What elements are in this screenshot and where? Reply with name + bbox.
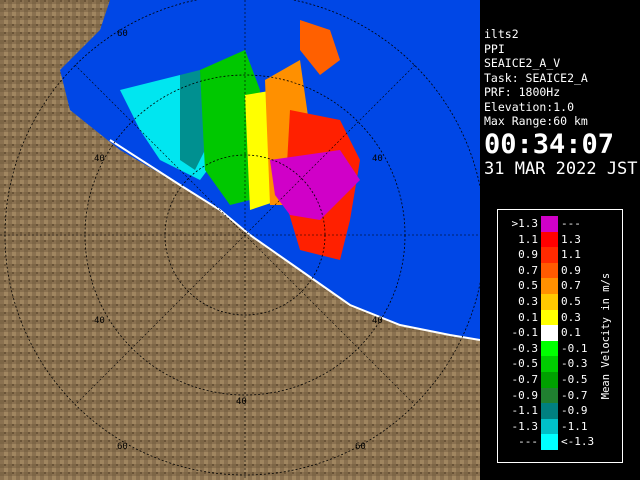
legend-title: Mean Velocity in m/s [600, 272, 612, 400]
legend-row: -0.5 -0.3 [498, 356, 602, 372]
scan-info-panel: ilts2 PPI SEAICE2_A_V Task: SEAICE2_A PR… [481, 27, 639, 187]
legend-low-value: -0.5 [511, 357, 539, 371]
legend-low-value: >1.3 [511, 217, 539, 230]
legend-swatch [541, 247, 558, 263]
scan-date: 31 MAR 2022 JST [484, 158, 638, 179]
legend-swatch [541, 278, 558, 294]
range-label: 40 [372, 316, 383, 326]
legend-high-value: -0.5 [561, 373, 588, 386]
legend-swatch [541, 372, 558, 388]
legend-low-value: --- [518, 435, 538, 449]
legend-low-value: -0.9 [511, 388, 539, 402]
legend-high-value: 1.3 [561, 232, 581, 246]
legend-high-value: -0.7 [561, 388, 588, 402]
legend-row: 0.9 1.1 [498, 247, 602, 263]
info-line: ilts2 [484, 27, 519, 41]
legend-swatch [541, 356, 558, 372]
info-line: Task: SEAICE2_A [484, 70, 588, 85]
info-line: Max Range:60 km [484, 114, 588, 128]
legend-row: 0.7 0.9 [498, 262, 602, 279]
legend-high-value: 0.7 [561, 279, 581, 293]
legend-low-value: 0.7 [518, 263, 538, 277]
range-label: 60 [355, 442, 366, 452]
legend-row: 0.5 0.7 [498, 278, 602, 294]
info-line: PRF: 1800Hz [484, 85, 561, 99]
legend-high-value: 0.9 [561, 263, 581, 277]
legend-row: -0.3 -0.1 [498, 340, 602, 357]
legend-row: >1.3 --- [498, 216, 602, 232]
legend-swatch [541, 403, 558, 419]
legend-swatch [541, 262, 558, 279]
legend-row: 0.1 0.3 [498, 309, 602, 326]
legend-high-value: -0.1 [561, 341, 588, 355]
legend-low-value: 1.1 [518, 232, 538, 246]
legend-row: 0.3 0.5 [498, 294, 602, 310]
range-label: 60 [117, 29, 128, 39]
legend-low-value: 0.3 [518, 295, 538, 308]
legend-high-value: --- [561, 217, 581, 230]
legend-low-value: 0.5 [518, 279, 538, 293]
velocity-legend: >1.3 --- 1.1 1.3 0.9 1.1 0.7 0.9 0.5 0.7 0.3 0.5 0.1… [497, 209, 623, 463]
legend-high-value: <-1.3 [561, 435, 595, 449]
legend-low-value: -0.3 [511, 341, 539, 355]
legend-row: -0.9 -0.7 [498, 387, 602, 404]
legend-row: 1.1 1.3 [498, 231, 602, 248]
legend-low-value: 0.9 [518, 248, 538, 262]
legend-row: -1.3 -1.1 [498, 418, 602, 435]
legend-low-value: -1.3 [511, 419, 539, 433]
legend-swatch [541, 309, 558, 326]
legend-row: --- <-1.3 [498, 434, 602, 450]
legend-swatch [541, 434, 558, 450]
legend-swatch [541, 418, 558, 435]
legend-swatch [541, 216, 558, 232]
legend-low-value: -1.1 [511, 404, 539, 418]
legend-high-value: -1.1 [561, 419, 588, 433]
range-label: 40 [236, 397, 247, 407]
legend-high-value: 0.5 [561, 295, 581, 308]
legend-swatch [541, 387, 558, 404]
radar-ppi-map: 60 40 40 40 40 60 60 40 [0, 0, 480, 480]
range-label: 40 [94, 316, 105, 326]
scan-time: 00:34:07 [484, 128, 615, 160]
legend-row: -0.1 0.1 [498, 325, 602, 341]
range-label: 40 [94, 154, 105, 164]
info-line: PPI [484, 41, 505, 56]
legend-row: -0.7 -0.5 [498, 372, 602, 388]
legend-low-value: -0.7 [511, 373, 539, 386]
legend-low-value: -0.1 [511, 326, 539, 340]
range-label: 60 [117, 442, 128, 452]
legend-low-value: 0.1 [518, 310, 538, 324]
legend-swatch [541, 294, 558, 310]
legend-high-value: 0.3 [561, 310, 581, 324]
legend-high-value: 0.1 [561, 326, 581, 340]
info-line: SEAICE2_A_V [484, 56, 561, 70]
legend-high-value: -0.9 [561, 404, 588, 418]
legend-swatch [541, 340, 558, 357]
range-label: 40 [372, 154, 383, 164]
legend-high-value: 1.1 [561, 248, 581, 262]
info-line: Elevation:1.0 [484, 99, 575, 114]
legend-high-value: -0.3 [561, 357, 588, 371]
legend-row: -1.1 -0.9 [498, 403, 602, 419]
legend-swatch [541, 231, 558, 248]
legend-swatch [541, 325, 558, 341]
